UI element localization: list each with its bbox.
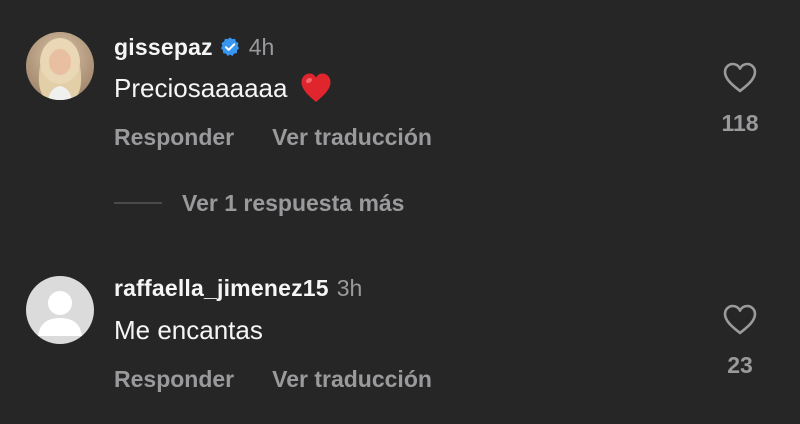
avatar[interactable]	[26, 276, 94, 344]
comment-item: gissepaz 4h Preciosaaaaaa Responder Ver …	[0, 0, 800, 180]
like-count: 118	[721, 110, 759, 136]
comment-text: Preciosaaaaaa	[114, 72, 288, 103]
reply-button[interactable]: Responder	[114, 366, 234, 393]
like-area: 23	[700, 300, 780, 379]
like-count: 23	[727, 352, 753, 378]
translate-button[interactable]: Ver traducción	[272, 124, 432, 151]
view-more-replies-button[interactable]: Ver 1 respuesta más	[114, 188, 404, 218]
comment-header: gissepaz 4h	[114, 32, 274, 62]
comment-text-row: Me encantas	[114, 312, 263, 348]
like-area: 118	[700, 58, 780, 137]
verified-badge-icon	[219, 36, 241, 58]
comment-text-row: Preciosaaaaaa	[114, 70, 333, 106]
username[interactable]: raffaella_jimenez15	[114, 275, 329, 302]
avatar[interactable]	[26, 32, 94, 100]
reply-button[interactable]: Responder	[114, 124, 234, 151]
red-heart-emoji-icon	[299, 71, 333, 105]
divider-line	[114, 202, 162, 204]
heart-outline-icon[interactable]	[720, 58, 760, 98]
username[interactable]: gissepaz	[114, 34, 213, 61]
comment-time: 3h	[336, 274, 363, 301]
translate-button[interactable]: Ver traducción	[272, 366, 432, 393]
comment-item: raffaella_jimenez15 3h Me encantas Respo…	[0, 240, 800, 424]
comment-actions: Responder Ver traducción	[114, 122, 432, 152]
comment-text: Me encantas	[114, 314, 263, 345]
comment-header: raffaella_jimenez15 3h	[114, 273, 362, 303]
comment-actions: Responder Ver traducción	[114, 364, 432, 394]
view-more-replies-label: Ver 1 respuesta más	[182, 189, 405, 216]
heart-outline-icon[interactable]	[720, 300, 760, 340]
comment-time: 4h	[248, 33, 275, 60]
